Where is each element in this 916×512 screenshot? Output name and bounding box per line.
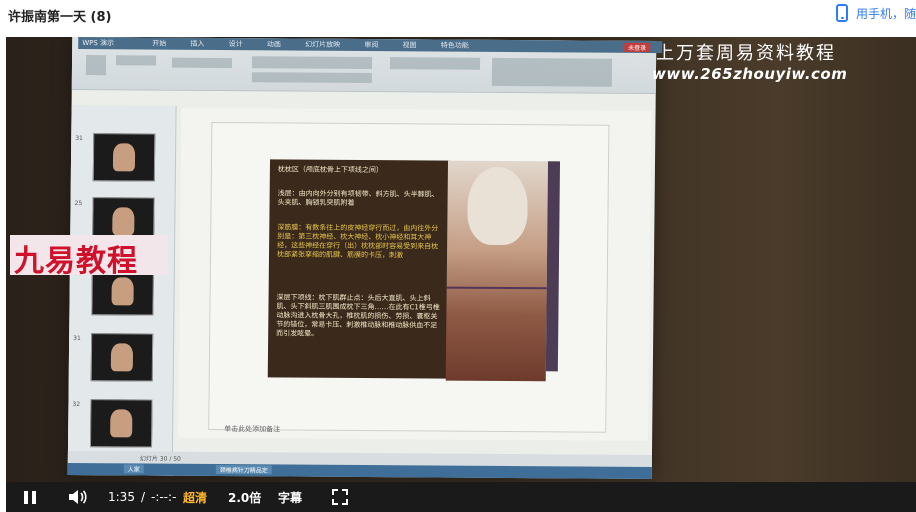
player-controls: 1:35 / -:--:- 超清 2.0倍 字幕 <box>6 482 916 512</box>
video-title: 许振南第一天 (8) <box>8 10 112 25</box>
volume-icon <box>69 490 87 504</box>
notes-placeholder: 单击此处添加备注 <box>224 425 281 434</box>
watermark-url: www.265zhouyiw.com <box>652 65 848 83</box>
slide-bullet: 深筋膜：有数条往上的皮神经穿行而过，由内往外分别是：第三枕神经、枕大神经、枕小神… <box>276 223 439 260</box>
app-brand: WPS 演示 <box>82 39 115 48</box>
current-time: 1:35 <box>108 490 135 504</box>
time-separator: / <box>140 490 145 504</box>
slide-heading: 枕枕区（颅底枕骨上下项线之间） <box>277 165 383 175</box>
fullscreen-button[interactable] <box>332 482 348 512</box>
pause-icon <box>24 490 28 504</box>
slide-bullet: 浅层：由内向外分别有项韧带、斜方肌、头半棘肌、头夹肌、胸锁乳突肌附着 <box>277 189 439 207</box>
slide-thumbnail[interactable] <box>89 399 153 448</box>
current-slide: 枕枕区（颅底枕骨上下项线之间） 浅层：由内向外分别有项韧带、斜方肌、头半棘肌、头… <box>208 121 610 433</box>
top-bar: 许振南第一天 (8) 用手机，随 <box>0 0 916 30</box>
pause-button[interactable] <box>24 482 40 512</box>
volume-button[interactable] <box>68 482 88 512</box>
phone-link-label[interactable]: 用手机，随 <box>856 5 916 22</box>
phone-link[interactable]: 用手机，随 <box>835 4 916 22</box>
slide-decoration <box>545 161 561 372</box>
slide-thumbnail[interactable] <box>90 333 154 382</box>
slide-thumbnail-panel: 31 25 30 31 32 <box>67 104 177 476</box>
fullscreen-icon <box>332 489 348 505</box>
slide-counter: 幻灯片 30 / 50 <box>139 455 181 463</box>
taskbar-item: 人家 <box>123 464 144 474</box>
speed-button[interactable]: 2.0倍 <box>228 482 261 512</box>
video-player[interactable]: WPS 演示 开始 插入 设计 动画 幻灯片放映 审阅 视图 特色功能 未登录 … <box>6 37 916 512</box>
phone-icon <box>835 4 848 22</box>
channel-badge: 九易教程 <box>10 235 168 279</box>
watermark-title: 上万套周易资料教程 <box>656 43 836 64</box>
wps-ribbon: WPS 演示 开始 插入 设计 动画 幻灯片放映 审阅 视图 特色功能 未登录 <box>71 37 663 95</box>
taskbar-item: 颈椎病针刀精品定 <box>215 464 272 475</box>
subtitles-button[interactable]: 字幕 <box>278 482 302 512</box>
slide-thumbnail[interactable] <box>92 133 156 182</box>
quality-button[interactable]: 超清 <box>183 482 207 512</box>
anatomy-image <box>445 160 549 382</box>
badge-text: 九易教程 <box>14 244 138 279</box>
login-badge: 未登录 <box>624 42 651 52</box>
total-time: -:--:- <box>151 490 177 504</box>
slide-text-box: 枕枕区（颅底枕骨上下项线之间） 浅层：由内向外分别有项韧带、斜方肌、头半棘肌、头… <box>267 159 451 379</box>
slide-bullet: 深层下项线：枕下肌群止点：头后大直肌、头上斜肌、头下斜肌三肌围成枕下三角……在此… <box>276 293 440 338</box>
time-display: 1:35 / -:--:- <box>108 482 176 512</box>
